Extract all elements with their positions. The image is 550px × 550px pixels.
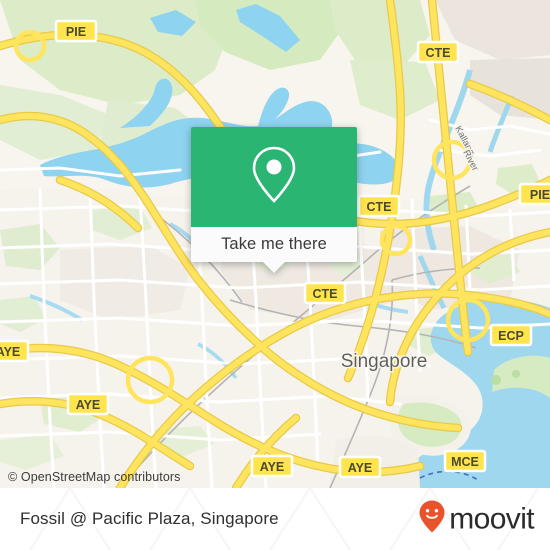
svg-text:AYE: AYE xyxy=(348,461,373,475)
map-pin-icon xyxy=(251,146,297,209)
map-attribution[interactable]: © OpenStreetMap contributors xyxy=(8,470,181,484)
svg-text:PIE: PIE xyxy=(530,188,550,202)
svg-text:AYE: AYE xyxy=(76,398,101,412)
highway-shield-aye-2: AYE xyxy=(66,392,110,416)
moovit-pin-icon xyxy=(418,500,446,539)
moovit-wordmark: moovit xyxy=(449,502,534,535)
bottom-bar: Fossil @ Pacific Plaza, Singapore moovit xyxy=(0,488,550,550)
svg-text:CTE: CTE xyxy=(367,200,392,214)
highway-shield-pie-2: PIE xyxy=(518,182,550,206)
take-me-there-label: Take me there xyxy=(221,235,327,253)
highway-shield-pie-1: PIE xyxy=(54,19,98,43)
map-label-singapore: Singapore xyxy=(341,351,428,372)
svg-text:MCE: MCE xyxy=(451,455,479,469)
highway-shield-aye-4: AYE xyxy=(338,455,382,479)
svg-text:PIE: PIE xyxy=(66,25,86,39)
svg-text:ECP: ECP xyxy=(498,329,524,343)
highway-shield-aye-1: AYE xyxy=(0,339,30,363)
svg-text:AYE: AYE xyxy=(0,345,20,359)
highway-shield-cte-3: CTE xyxy=(303,281,347,305)
place-title: Fossil @ Pacific Plaza, Singapore xyxy=(20,509,279,528)
highway-shield-cte-1: CTE xyxy=(416,40,460,64)
svg-text:CTE: CTE xyxy=(313,287,338,301)
popup-pointer xyxy=(263,262,285,273)
highway-shield-cte-2: CTE xyxy=(357,194,401,218)
take-me-there-button[interactable]: Take me there xyxy=(191,227,357,273)
highway-shield-aye-3: AYE xyxy=(250,454,294,478)
svg-text:AYE: AYE xyxy=(260,460,285,474)
highway-shield-mce: MCE xyxy=(443,449,487,473)
highway-shield-ecp: ECP xyxy=(489,323,533,347)
moovit-logo[interactable]: moovit xyxy=(418,500,535,539)
map-screen: Singapore Kallang River PIE CTE CTE PIE … xyxy=(0,0,550,550)
location-popup[interactable]: Take me there xyxy=(191,127,357,273)
svg-text:CTE: CTE xyxy=(426,46,451,60)
popup-pin-panel xyxy=(191,127,357,227)
